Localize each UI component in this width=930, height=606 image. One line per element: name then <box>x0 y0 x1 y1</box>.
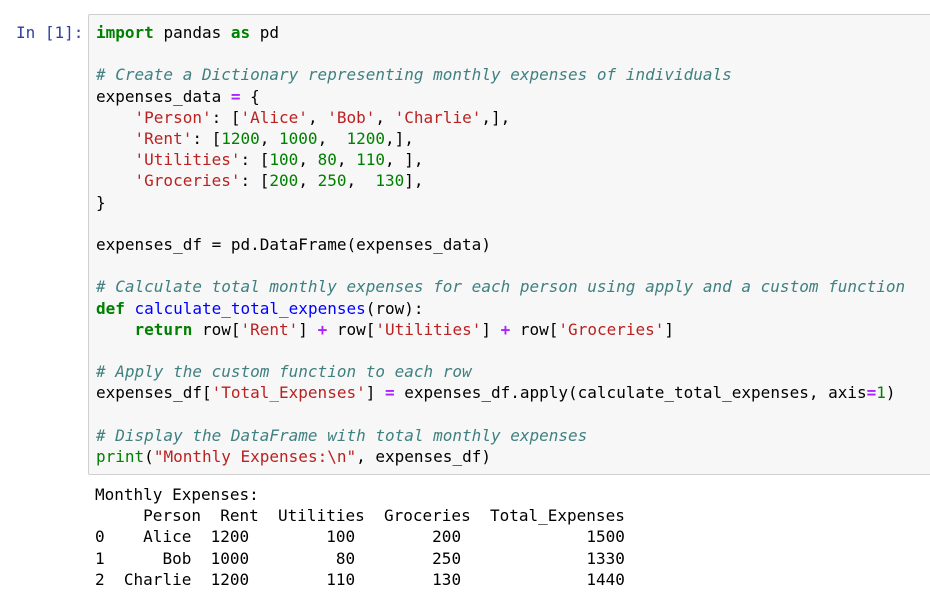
code-editor[interactable]: import pandas as pd # Create a Dictionar… <box>96 22 905 467</box>
number-util-3: 110 <box>356 150 386 170</box>
module-alias: pd <box>259 23 280 42</box>
key-total-expenses: 'Total_Expenses' <box>211 383 366 403</box>
number-util-2: 80 <box>317 150 337 170</box>
keyword-return: return <box>134 319 193 339</box>
dict-key-rent: 'Rent' <box>134 129 193 149</box>
comment-create: # Create a Dictionary representing month… <box>96 65 732 85</box>
cell-person: Charlie <box>123 569 192 589</box>
dict-key-person: 'Person' <box>134 107 212 127</box>
cell-groceries: 130 <box>432 569 462 589</box>
value-alice: 'Alice' <box>240 107 308 127</box>
number-groc-2: 250 <box>317 171 347 191</box>
variable-expenses-data: expenses_data <box>96 86 222 106</box>
comment-calculate: # Calculate total monthly expenses for e… <box>96 277 906 297</box>
number-util-1: 100 <box>269 150 299 170</box>
number-groc-1: 200 <box>269 171 299 191</box>
print-string: "Monthly Expenses:\n" <box>153 447 357 467</box>
column-header-rent: Rent <box>220 506 259 526</box>
cell-rent: 1200 <box>210 569 250 589</box>
axis-value: 1 <box>876 383 886 403</box>
function-name: calculate_total_expenses <box>134 298 366 318</box>
number-rent-1: 1200 <box>221 129 260 149</box>
row-index: 0 <box>95 527 105 547</box>
cell-rent: 1200 <box>210 527 250 547</box>
return-key-utilities: 'Utilities' <box>375 319 482 339</box>
keyword-import: import <box>96 23 154 42</box>
keyword-def: def <box>96 298 125 318</box>
comment-apply: # Apply the custom function to each row <box>96 362 472 382</box>
cell-total-expenses: 1330 <box>586 548 625 568</box>
apply-call: expenses_df.apply(calculate_total_expens… <box>404 383 867 403</box>
cell-person: Bob <box>162 548 192 568</box>
print-args: , expenses_df) <box>356 447 491 467</box>
function-params: (row): <box>365 298 424 318</box>
cell-total-expenses: 1500 <box>586 527 625 547</box>
value-charlie: 'Charlie' <box>394 107 482 127</box>
return-key-groceries: 'Groceries' <box>558 319 665 339</box>
print-function: print <box>96 447 145 467</box>
keyword-as: as <box>230 23 251 42</box>
number-groc-3: 130 <box>375 171 405 191</box>
brace-close: } <box>96 192 106 212</box>
cell-prompt: In [1]: <box>16 23 84 42</box>
code-line-dataframe: expenses_df = pd.DataFrame(expenses_data… <box>96 235 491 255</box>
column-header-groceries: Groceries <box>384 506 471 526</box>
dict-key-utilities: 'Utilities' <box>134 150 241 170</box>
cell-person: Alice <box>143 527 192 547</box>
cell-groceries: 250 <box>432 548 462 568</box>
cell-groceries: 200 <box>432 527 462 547</box>
number-rent-2: 1000 <box>279 129 318 149</box>
return-key-rent: 'Rent' <box>240 319 299 339</box>
dict-key-groceries: 'Groceries' <box>134 171 241 191</box>
column-header-person: Person <box>143 506 201 526</box>
output-heading: Monthly Expenses: <box>95 485 259 504</box>
assign-operator: = <box>230 86 241 106</box>
cell-total-expenses: 1440 <box>586 569 625 589</box>
cell-utilities: 100 <box>326 527 356 547</box>
cell-utilities: 80 <box>335 548 356 568</box>
number-rent-3: 1200 <box>346 129 385 149</box>
row-index: 2 <box>95 569 105 589</box>
brace-open: { <box>250 86 260 106</box>
comment-display: # Display the DataFrame with total month… <box>96 425 588 445</box>
cell-output: Monthly Expenses: Person Rent Utilities … <box>95 484 625 590</box>
value-bob: 'Bob' <box>327 107 376 127</box>
code-cell-input[interactable]: import pandas as pd # Create a Dictionar… <box>88 14 930 475</box>
column-header-utilities: Utilities <box>278 506 365 526</box>
row-index: 1 <box>95 548 105 568</box>
cell-rent: 1000 <box>210 548 250 568</box>
cell-utilities: 110 <box>326 569 356 589</box>
column-header-total-expenses: Total_Expenses <box>489 506 625 526</box>
module-name: pandas <box>163 23 222 42</box>
